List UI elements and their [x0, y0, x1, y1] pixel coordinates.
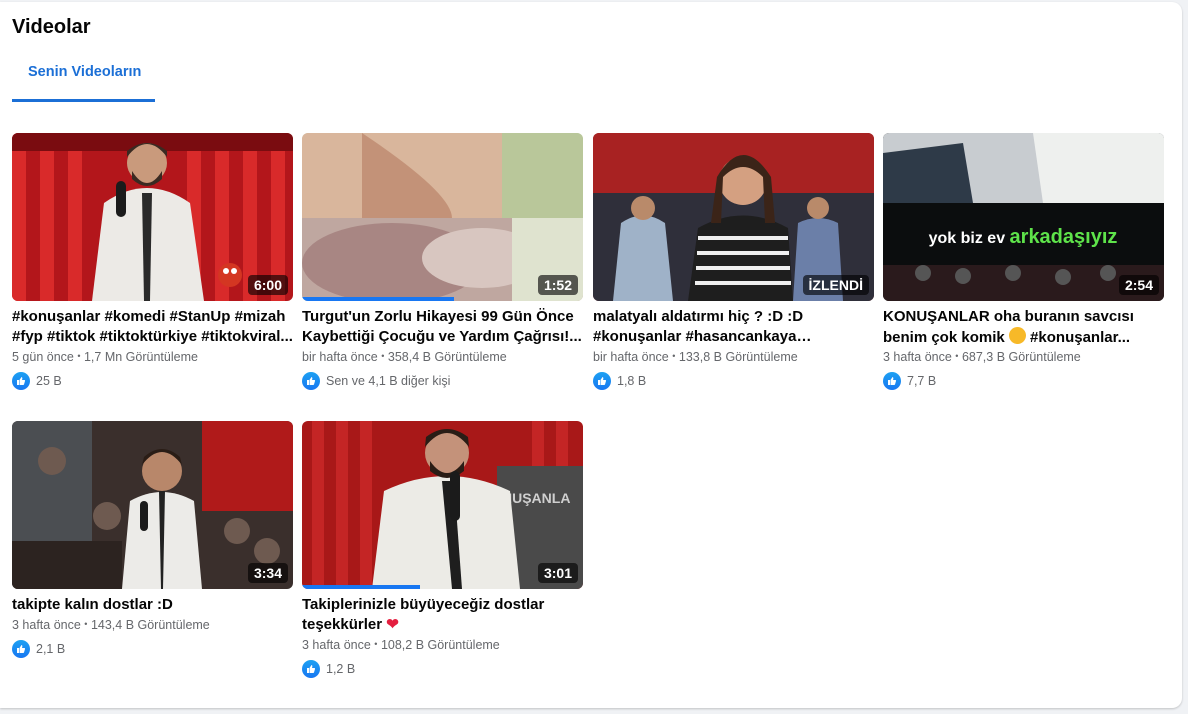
video-age: bir hafta önce	[593, 350, 669, 364]
video-views: 1,7 Mn Görüntüleme	[83, 350, 198, 364]
video-meta: 3 hafta önce • 108,2 B Görüntüleme	[302, 638, 583, 652]
like-count: 25 B	[36, 374, 62, 388]
like-icon	[593, 372, 611, 390]
video-views: 133,8 B Görüntüleme	[678, 350, 798, 364]
duration-badge: 2:54	[1118, 275, 1159, 295]
video-views: 687,3 B Görüntüleme	[961, 350, 1081, 364]
like-count: 7,7 B	[907, 374, 937, 388]
tab-your-videos[interactable]: Senin Videoların	[12, 48, 155, 102]
like-icon	[883, 372, 901, 390]
watch-progress-bar	[302, 297, 454, 301]
video-views: 358,4 B Görüntüleme	[387, 350, 507, 364]
page-title: Videolar	[12, 16, 91, 38]
watched-badge: İZLENDİ	[802, 275, 869, 295]
video-meta: bir hafta önce • 358,4 B Görüntüleme	[302, 350, 583, 364]
video-title[interactable]: #konuşanlar #komedi #StanUp #mizah #fyp …	[12, 307, 293, 347]
video-meta: 3 hafta önce • 687,3 B Görüntüleme	[883, 350, 1164, 364]
video-title[interactable]: malatyalı aldatırmı hiç ? :D :D #konuşan…	[593, 307, 874, 347]
video-meta: 3 hafta önce • 143,4 B Görüntüleme	[12, 618, 293, 632]
video-age: 3 hafta önce	[883, 350, 952, 364]
video-views: 143,4 B Görüntüleme	[90, 618, 210, 632]
duration-badge: 6:00	[247, 275, 288, 295]
video-thumbnail[interactable]: İZLENDİ	[593, 133, 874, 301]
video-card[interactable]: 1:52 Turgut'un Zorlu Hikayesi 99 Gün Önc…	[302, 133, 583, 390]
video-card[interactable]: yok biz ev arkadaşıyız 2:54 KONUŞANLAR o…	[883, 133, 1164, 390]
videos-panel: Videolar Senin Videoların 6:00 #konuşanl…	[0, 2, 1182, 708]
video-card[interactable]: 3:34 takipte kalın dostlar :D 3 hafta ön…	[12, 421, 293, 658]
video-age: 3 hafta önce	[12, 618, 81, 632]
video-title-text: Takiplerinizle büyüyeceğiz dostlar teşek…	[302, 596, 545, 633]
video-thumbnail[interactable]: yok biz ev arkadaşıyız 2:54	[883, 133, 1164, 301]
tab-active-indicator	[12, 99, 155, 102]
video-title[interactable]: Turgut'un Zorlu Hikayesi 99 Gün Önce Kay…	[302, 307, 583, 347]
video-thumbnail[interactable]: 3:34	[12, 421, 293, 589]
like-icon	[302, 660, 320, 678]
meta-separator: •	[672, 351, 676, 361]
reaction-summary[interactable]: Sen ve 4,1 B diğer kişi	[302, 372, 583, 390]
video-meta: 5 gün önce • 1,7 Mn Görüntüleme	[12, 350, 293, 364]
video-age: 5 gün önce	[12, 350, 74, 364]
video-thumbnail[interactable]: NUŞANLA 3:01	[302, 421, 583, 589]
meta-separator: •	[77, 351, 81, 361]
like-count: Sen ve 4,1 B diğer kişi	[326, 374, 451, 388]
video-title[interactable]: KONUŞANLAR oha buranın savcısı benim çok…	[883, 307, 1164, 347]
like-count: 1,8 B	[617, 374, 647, 388]
reaction-summary[interactable]: 2,1 B	[12, 640, 293, 658]
video-thumbnail[interactable]: 6:00	[12, 133, 293, 301]
meta-separator: •	[955, 351, 959, 361]
watch-progress-bar	[302, 585, 421, 589]
svg-text:yok biz ev arkadaşıyız: yok biz ev arkadaşıyız	[929, 226, 1118, 248]
meta-separator: •	[374, 639, 378, 649]
laughing-emoji-icon	[1008, 327, 1026, 344]
like-icon	[12, 372, 30, 390]
duration-badge: 3:01	[537, 563, 578, 583]
like-icon	[12, 640, 30, 658]
meta-separator: •	[381, 351, 385, 361]
video-card[interactable]: İZLENDİ malatyalı aldatırmı hiç ? :D :D …	[593, 133, 874, 390]
video-card[interactable]: 6:00 #konuşanlar #komedi #StanUp #mizah …	[12, 133, 293, 390]
like-count: 1,2 B	[326, 662, 356, 676]
video-views: 108,2 B Görüntüleme	[380, 638, 500, 652]
svg-text:NUŞANLA: NUŞANLA	[502, 490, 570, 506]
video-card[interactable]: NUŞANLA 3:01 Takiplerinizle büyüyeceğiz …	[302, 421, 583, 678]
reaction-summary[interactable]: 25 B	[12, 372, 293, 390]
reaction-summary[interactable]: 1,2 B	[302, 660, 583, 678]
video-meta: bir hafta önce • 133,8 B Görüntüleme	[593, 350, 874, 364]
tab-label: Senin Videoların	[28, 64, 142, 80]
reaction-summary[interactable]: 1,8 B	[593, 372, 874, 390]
reaction-summary[interactable]: 7,7 B	[883, 372, 1164, 390]
duration-badge: 1:52	[537, 275, 578, 295]
duration-badge: 3:34	[247, 563, 288, 583]
heart-icon: ❤	[386, 616, 399, 633]
video-thumbnail[interactable]: 1:52	[302, 133, 583, 301]
video-title[interactable]: Takiplerinizle büyüyeceğiz dostlar teşek…	[302, 595, 583, 635]
like-count: 2,1 B	[36, 642, 66, 656]
video-age: 3 hafta önce	[302, 638, 371, 652]
video-title[interactable]: takipte kalın dostlar :D	[12, 595, 293, 615]
video-age: bir hafta önce	[302, 350, 378, 364]
meta-separator: •	[84, 619, 88, 629]
like-icon	[302, 372, 320, 390]
video-title-suffix: #konuşanlar...	[1025, 329, 1131, 346]
